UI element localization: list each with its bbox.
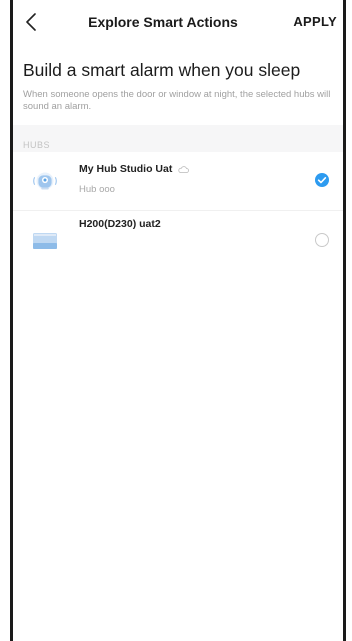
hub-subtitle: Hub ooo — [79, 184, 115, 195]
list-item-hub[interactable]: My Hub Studio Uat Hub ooo — [13, 152, 343, 210]
description-text: When someone opens the door or window at… — [23, 89, 331, 112]
screen: Explore Smart Actions APPLY Build a smar… — [13, 0, 343, 641]
phone-screen: Explore Smart Actions APPLY Build a smar… — [0, 0, 352, 641]
hub-name: H200(D230) uat2 — [79, 218, 161, 230]
section-heading: Build a smart alarm when you sleep — [23, 60, 301, 80]
hub-icon — [29, 167, 61, 195]
navigation-bar: Explore Smart Actions APPLY — [13, 0, 343, 44]
checkmark-icon — [317, 177, 327, 184]
apply-button[interactable]: APPLY — [293, 14, 337, 29]
hub-list: My Hub Studio Uat Hub ooo H200(D230) uat… — [13, 152, 343, 269]
hub-select-checkbox[interactable] — [315, 173, 329, 187]
hub-info: H200(D230) uat2 — [79, 218, 161, 230]
list-item-hub[interactable]: H200(D230) uat2 — [13, 210, 343, 269]
hub-h200-icon — [29, 226, 61, 254]
hub-name: My Hub Studio Uat — [79, 163, 173, 175]
device-frame-right — [343, 0, 346, 641]
hubs-section-label: HUBS — [13, 134, 343, 152]
hub-info: My Hub Studio Uat Hub ooo — [79, 163, 190, 195]
cloud-icon — [178, 166, 190, 173]
hub-select-checkbox[interactable] — [315, 233, 329, 247]
